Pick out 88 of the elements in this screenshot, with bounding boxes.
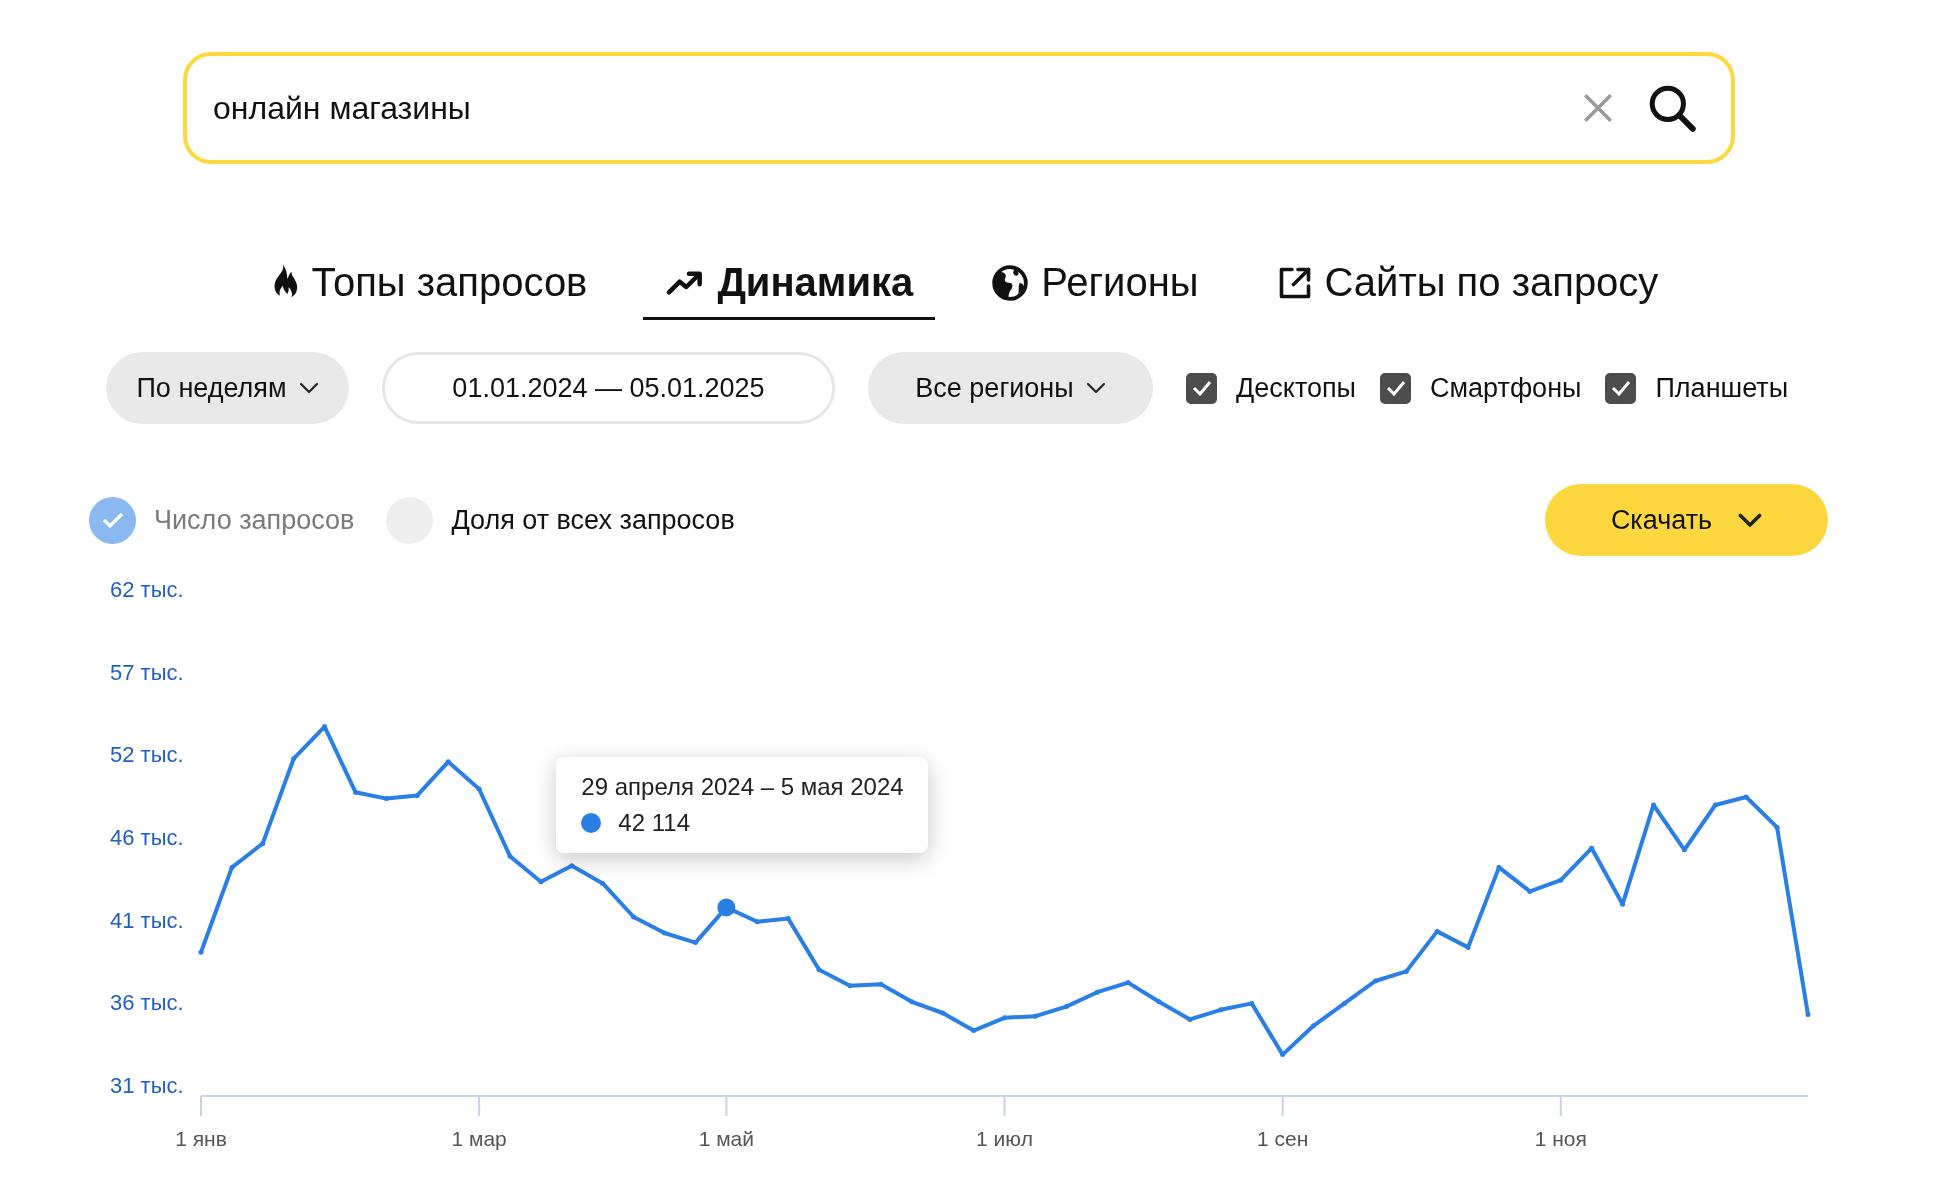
- y-axis-label: 41 тыс.: [110, 907, 184, 933]
- data-point[interactable]: [414, 792, 420, 798]
- tooltip-value: 42 114: [618, 809, 690, 838]
- data-point[interactable]: [754, 919, 760, 925]
- data-point[interactable]: [692, 940, 698, 946]
- data-point[interactable]: [260, 840, 266, 846]
- tooltip-title: 29 апреля 2024 – 5 мая 2024: [581, 773, 904, 802]
- device-checkbox[interactable]: Смартфоны: [1380, 372, 1582, 404]
- tab[interactable]: Динамика: [643, 252, 936, 320]
- data-point[interactable]: [1558, 877, 1564, 883]
- data-point[interactable]: [1774, 824, 1780, 830]
- data-point[interactable]: [1341, 1000, 1347, 1006]
- data-point[interactable]: [1805, 1012, 1811, 1018]
- data-point[interactable]: [600, 880, 606, 886]
- download-button[interactable]: Скачать: [1545, 484, 1828, 556]
- data-point[interactable]: [1527, 888, 1533, 894]
- data-point[interactable]: [878, 981, 884, 987]
- data-point[interactable]: [909, 999, 915, 1005]
- y-axis-label: 31 тыс.: [110, 1073, 184, 1098]
- data-point[interactable]: [1094, 989, 1100, 995]
- x-axis-label: 1 сен: [1257, 1127, 1309, 1150]
- data-point[interactable]: [1403, 968, 1409, 974]
- x-axis-label: 1 мар: [451, 1127, 507, 1150]
- data-point[interactable]: [507, 853, 513, 859]
- search-field[interactable]: онлайн магазины: [183, 52, 1735, 164]
- globe-icon: [991, 263, 1030, 302]
- date-range-field[interactable]: 01.01.2024 — 05.01.2025: [382, 352, 835, 424]
- tab[interactable]: Регионы: [969, 252, 1221, 320]
- data-point[interactable]: [1681, 847, 1687, 853]
- data-point[interactable]: [1063, 1004, 1069, 1010]
- device-checkbox[interactable]: Планшеты: [1605, 372, 1789, 404]
- x-axis-label: 1 июл: [976, 1127, 1033, 1150]
- data-point[interactable]: [1434, 928, 1440, 934]
- data-point[interactable]: [1249, 1000, 1255, 1006]
- data-point[interactable]: [1280, 1052, 1286, 1058]
- data-point[interactable]: [1743, 794, 1749, 800]
- data-point[interactable]: [322, 724, 328, 730]
- data-point[interactable]: [662, 930, 668, 936]
- data-point[interactable]: [631, 914, 637, 920]
- x-axis-label: 1 янв: [175, 1127, 227, 1150]
- data-point[interactable]: [1465, 944, 1471, 950]
- y-axis-label: 46 тыс.: [110, 825, 184, 850]
- data-point[interactable]: [1311, 1023, 1317, 1029]
- search-icon: [1647, 83, 1697, 133]
- data-point[interactable]: [383, 796, 389, 802]
- data-point[interactable]: [847, 983, 853, 989]
- chevron-down-icon: [1738, 512, 1763, 528]
- data-point[interactable]: [445, 759, 451, 765]
- data-point[interactable]: [1218, 1007, 1224, 1013]
- data-point[interactable]: [353, 789, 358, 795]
- data-point[interactable]: [1187, 1016, 1193, 1022]
- tab[interactable]: Сайты по запросу: [1254, 252, 1681, 320]
- data-point[interactable]: [538, 879, 544, 885]
- y-axis-label: 52 тыс.: [110, 742, 184, 768]
- data-point[interactable]: [569, 863, 575, 869]
- period-dropdown[interactable]: По неделям: [106, 352, 349, 424]
- data-point[interactable]: [1032, 1013, 1038, 1019]
- legend-toggle[interactable]: Доля от всех запросов: [386, 496, 735, 544]
- data-point[interactable]: [476, 786, 482, 792]
- data-point[interactable]: [940, 1010, 946, 1016]
- data-point[interactable]: [1002, 1015, 1007, 1021]
- data-point[interactable]: [1712, 802, 1718, 808]
- search-input-field[interactable]: онлайн магазины: [213, 89, 1553, 127]
- x-axis-label: 1 май: [698, 1127, 755, 1150]
- data-point[interactable]: [1496, 864, 1502, 870]
- x-axis-label: 1 ноя: [1534, 1127, 1587, 1150]
- tab[interactable]: Топы запросов: [243, 252, 610, 320]
- chevron-down-icon: [1085, 382, 1106, 394]
- close-icon: [1581, 91, 1615, 125]
- y-axis-label: 57 тыс.: [110, 659, 184, 685]
- data-point[interactable]: [785, 916, 791, 922]
- data-point[interactable]: [971, 1028, 977, 1034]
- legend-toggle[interactable]: Число запросов: [89, 496, 355, 544]
- data-point[interactable]: [1620, 901, 1626, 907]
- y-axis-label: 36 тыс.: [110, 990, 184, 1016]
- data-point[interactable]: [1372, 978, 1378, 984]
- device-checkbox[interactable]: Десктопы: [1186, 372, 1357, 404]
- data-point[interactable]: [1589, 845, 1595, 851]
- data-point[interactable]: [229, 864, 235, 870]
- data-point[interactable]: [291, 756, 297, 762]
- region-dropdown[interactable]: Все регионы: [868, 352, 1153, 424]
- y-axis-label: 62 тыс.: [110, 577, 184, 602]
- data-point[interactable]: [1156, 999, 1162, 1005]
- data-point[interactable]: [1651, 802, 1656, 808]
- data-point[interactable]: [816, 967, 822, 973]
- data-point[interactable]: [198, 949, 204, 955]
- chevron-down-icon: [298, 382, 319, 394]
- hover-point[interactable]: [717, 898, 736, 917]
